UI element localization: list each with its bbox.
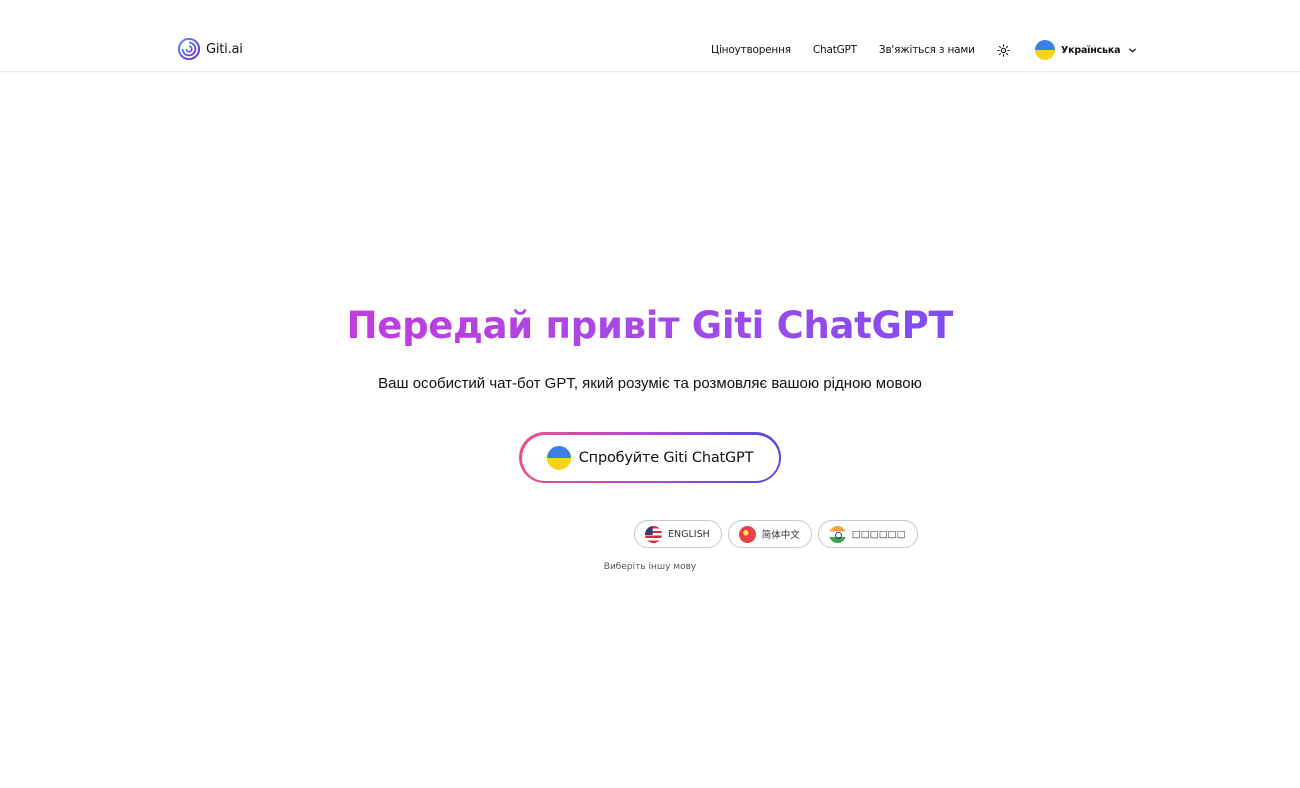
chevron-down-icon [1129,48,1137,52]
chip-label: ENGLISH [668,528,710,540]
main-nav: Ціноутворення ChatGPT Зв'яжіться з нами [700,40,986,60]
language-chip-hindi[interactable]: □□□□□□ [817,520,918,548]
nav-link-contact[interactable]: Зв'яжіться з нами [868,44,986,56]
language-chips: ENGLISH 简体中文 □□□□□□ [634,520,918,549]
hero-title-text: Передай привіт Giti ChatGPT [346,304,954,347]
choose-other-language-link[interactable]: Виберіть іншу мову [0,562,1300,572]
india-flag-icon [828,525,846,543]
cta-inner: Спробуйте Giti ChatGPT [521,434,779,481]
language-chip-chinese[interactable]: 简体中文 [727,520,812,548]
theme-toggle-button[interactable] [994,41,1012,59]
chip-label: □□□□□□ [851,528,906,540]
selected-language-label: Українська [1061,44,1121,56]
hero-title: Передай привіт Giti ChatGPT [0,302,1300,350]
logo-link[interactable]: Giti.ai [178,38,243,60]
ukraine-flag-icon [546,445,571,470]
chip-label: 简体中文 [761,530,800,541]
top-header: Giti.ai Ціноутворення ChatGPT Зв'яжіться… [0,0,1300,72]
try-giti-chatgpt-button[interactable]: Спробуйте Giti ChatGPT [519,432,781,483]
nav-link-pricing[interactable]: Ціноутворення [700,44,802,56]
sun-icon [996,43,1010,57]
language-selector[interactable]: Українська [1035,39,1137,61]
us-flag-icon [645,525,662,543]
nav-link-chatgpt[interactable]: ChatGPT [802,44,868,56]
hero-subtitle: Ваш особистий чат-бот GPT, який розуміє … [378,375,922,392]
logo-text: Giti.ai [206,41,243,57]
giti-logo-icon [178,38,200,60]
cta-label: Спробуйте Giti ChatGPT [578,449,754,466]
ukraine-flag-icon [1035,40,1055,60]
china-flag-icon [738,525,756,543]
language-chip-english[interactable]: ENGLISH [634,520,722,548]
